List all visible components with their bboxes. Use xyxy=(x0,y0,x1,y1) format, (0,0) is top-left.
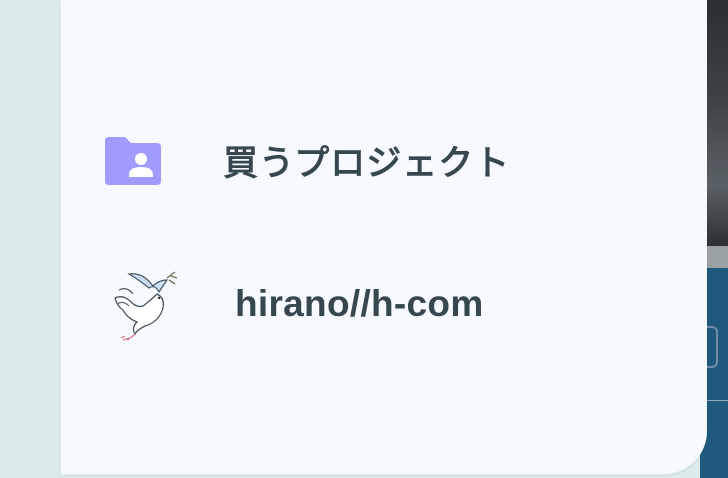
menu-item-account[interactable]: hirano//h-com xyxy=(101,264,484,344)
dove-avatar-icon xyxy=(114,271,178,341)
folder-person-icon xyxy=(105,137,161,185)
menu-item-label: hirano//h-com xyxy=(235,283,484,324)
account-switcher-menu: 買うプロジェクト hirano//h-com xyxy=(60,0,707,475)
menu-item-label: 買うプロジェクト xyxy=(223,143,511,184)
menu-item-project[interactable]: 買うプロジェクト xyxy=(101,128,510,192)
